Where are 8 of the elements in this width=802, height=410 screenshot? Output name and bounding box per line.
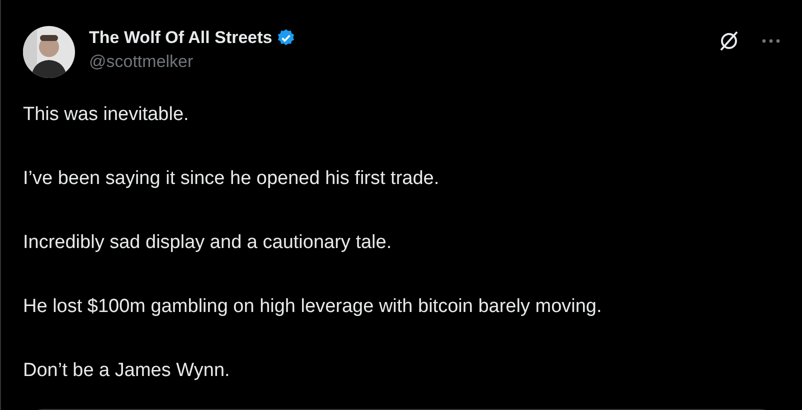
tweet-text: He lost $100m gambling on high leverage with bitcoin barely moving. <box>23 296 603 317</box>
author-name[interactable]: The Wolf Of All Streets <box>89 28 272 48</box>
tweet-text: I’ve been saying it since he opened his first trade. <box>23 168 440 189</box>
more-icon[interactable] <box>762 39 780 43</box>
author-handle[interactable]: @scottmelker <box>89 52 704 72</box>
tweet-text: Incredibly sad display and a cautionary tale. <box>23 232 393 253</box>
tweet-text: This was inevitable. <box>23 104 190 125</box>
tweet-text: Don’t be a James Wynn. <box>23 360 231 381</box>
